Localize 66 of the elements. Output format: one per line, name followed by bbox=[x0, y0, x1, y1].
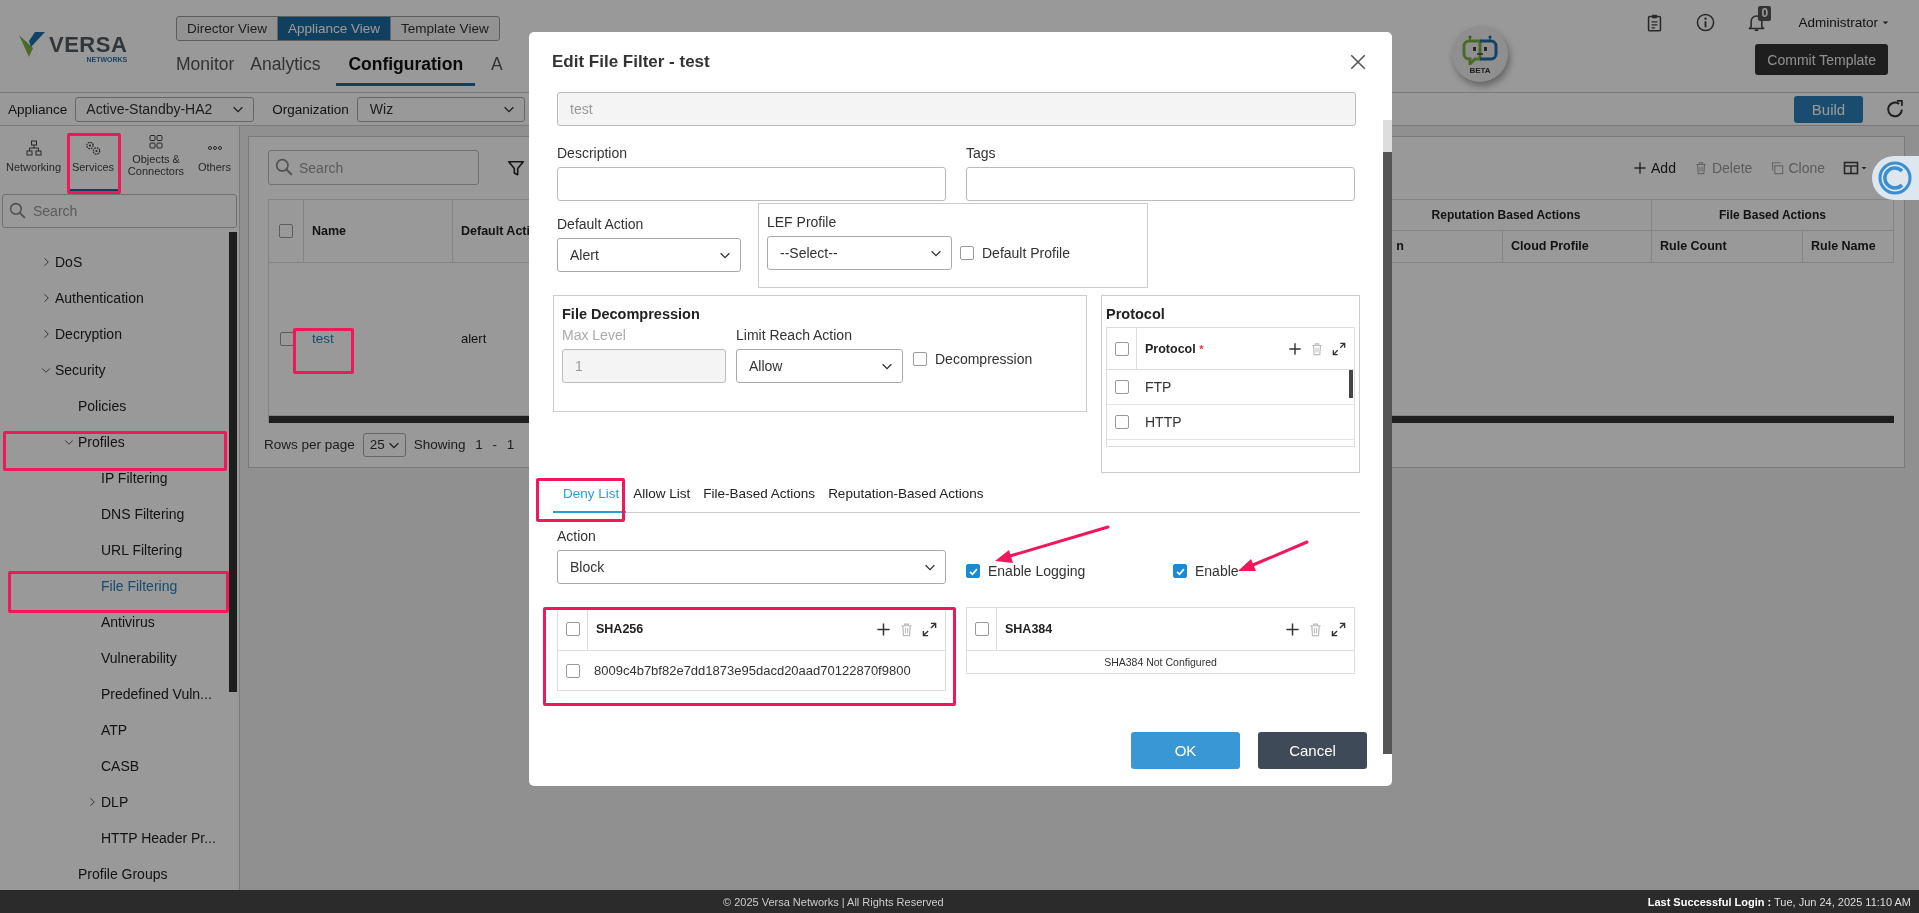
field-label: Limit Reach Action bbox=[736, 327, 853, 343]
column-header: Cloud Profile bbox=[1503, 230, 1652, 263]
sidebar-tab[interactable]: Others bbox=[193, 130, 236, 192]
dropdown[interactable]: Active-Standby-HA2 bbox=[75, 96, 255, 122]
dropdown[interactable]: Alert bbox=[557, 238, 741, 272]
view-tab[interactable]: Template View bbox=[391, 17, 499, 40]
dropdown[interactable]: Wiz bbox=[356, 96, 525, 122]
empty-message: SHA384 Not Configured bbox=[1104, 656, 1217, 668]
nav-tab[interactable]: Monitor bbox=[176, 51, 235, 86]
table-cell-text: 8009c4b7bf82e7dd1873e95dacd20aad70122870f9800 bbox=[593, 663, 911, 678]
assistant-button[interactable]: BETA bbox=[1452, 26, 1508, 82]
nav-tab[interactable]: Analytics bbox=[250, 51, 321, 86]
tree-item[interactable]: DLP bbox=[0, 784, 239, 820]
field-label: Action bbox=[557, 528, 597, 544]
group-title: Protocol bbox=[1106, 306, 1166, 322]
sidebar-tab[interactable]: Networking bbox=[0, 130, 67, 192]
commit-button[interactable]: Commit Template bbox=[1755, 44, 1888, 75]
last-login-text: Last Successful Login : Tue, Jun 24, 2025 11:10 AM bbox=[1647, 895, 1911, 908]
toolbar-button[interactable]: Add bbox=[1633, 159, 1676, 176]
column-header: SHA384 bbox=[1004, 622, 1053, 636]
nav-tab[interactable]: A bbox=[491, 51, 503, 86]
dropdown[interactable]: --Select-- bbox=[767, 236, 952, 270]
column-group-header: File Based Actions bbox=[1652, 198, 1894, 231]
search-field[interactable]: Search bbox=[268, 150, 479, 186]
tree-item[interactable]: ATP bbox=[0, 712, 239, 748]
dialog-title: Edit File Filter - test bbox=[552, 52, 710, 72]
tab[interactable]: Allow List bbox=[626, 476, 697, 513]
table-cell-text: HTTP bbox=[1144, 414, 1182, 430]
search-field[interactable]: Search bbox=[2, 194, 237, 228]
field-label: Appliance bbox=[8, 101, 68, 117]
pager-status: Showing 1 - 1 bbox=[413, 437, 515, 453]
column-header: Rule Count bbox=[1652, 230, 1803, 263]
field-label: Description bbox=[557, 145, 629, 161]
sidebar-tab[interactable]: Objects & Connectors bbox=[119, 130, 193, 192]
tree-item[interactable]: HTTP Header Pr... bbox=[0, 820, 239, 856]
nav-tab[interactable]: Configuration bbox=[336, 51, 476, 86]
dropdown[interactable]: 25 bbox=[362, 432, 406, 457]
tab[interactable]: Reputation-Based Actions bbox=[821, 476, 990, 513]
dropdown[interactable]: Allow bbox=[736, 349, 903, 383]
column-header: Name bbox=[304, 198, 453, 263]
dropdown[interactable]: Block bbox=[557, 550, 946, 584]
table-cell-text: FTP bbox=[1144, 379, 1172, 395]
column-header: SHA256 bbox=[595, 622, 644, 636]
copyright-text: © 2025 Versa Networks | All Rights Reserved bbox=[723, 895, 944, 908]
checkbox-label: Enable Logging bbox=[988, 563, 1086, 579]
view-tab[interactable]: Appliance View bbox=[278, 17, 392, 40]
checkbox-label: Decompression bbox=[935, 351, 1033, 367]
field-label: Default Action bbox=[557, 216, 645, 232]
tree-item[interactable]: Profile Groups bbox=[0, 856, 239, 890]
logo-wordmark: VERSA bbox=[49, 34, 128, 56]
field-label: LEF Profile bbox=[767, 214, 838, 230]
column-header: Rule Name bbox=[1803, 230, 1894, 263]
tab[interactable]: File-Based Actions bbox=[696, 476, 822, 513]
notification-badge: 0 bbox=[1758, 5, 1772, 21]
pager-label: Rows per page bbox=[264, 437, 355, 453]
name-link[interactable]: test bbox=[312, 331, 334, 347]
checkbox-label: Enable bbox=[1195, 563, 1239, 579]
field-label: Tags bbox=[966, 145, 997, 161]
checkbox-label: Default Profile bbox=[982, 245, 1070, 261]
field-label: Organization bbox=[272, 101, 349, 117]
group-title: File Decompression bbox=[562, 306, 701, 322]
column-header: Protocol * bbox=[1144, 341, 1204, 356]
field-label: Max Level bbox=[562, 327, 627, 343]
tree-item[interactable]: CASB bbox=[0, 748, 239, 784]
cancel-button[interactable]: Cancel bbox=[1258, 732, 1367, 769]
user-menu[interactable]: Administrator bbox=[1798, 14, 1890, 30]
